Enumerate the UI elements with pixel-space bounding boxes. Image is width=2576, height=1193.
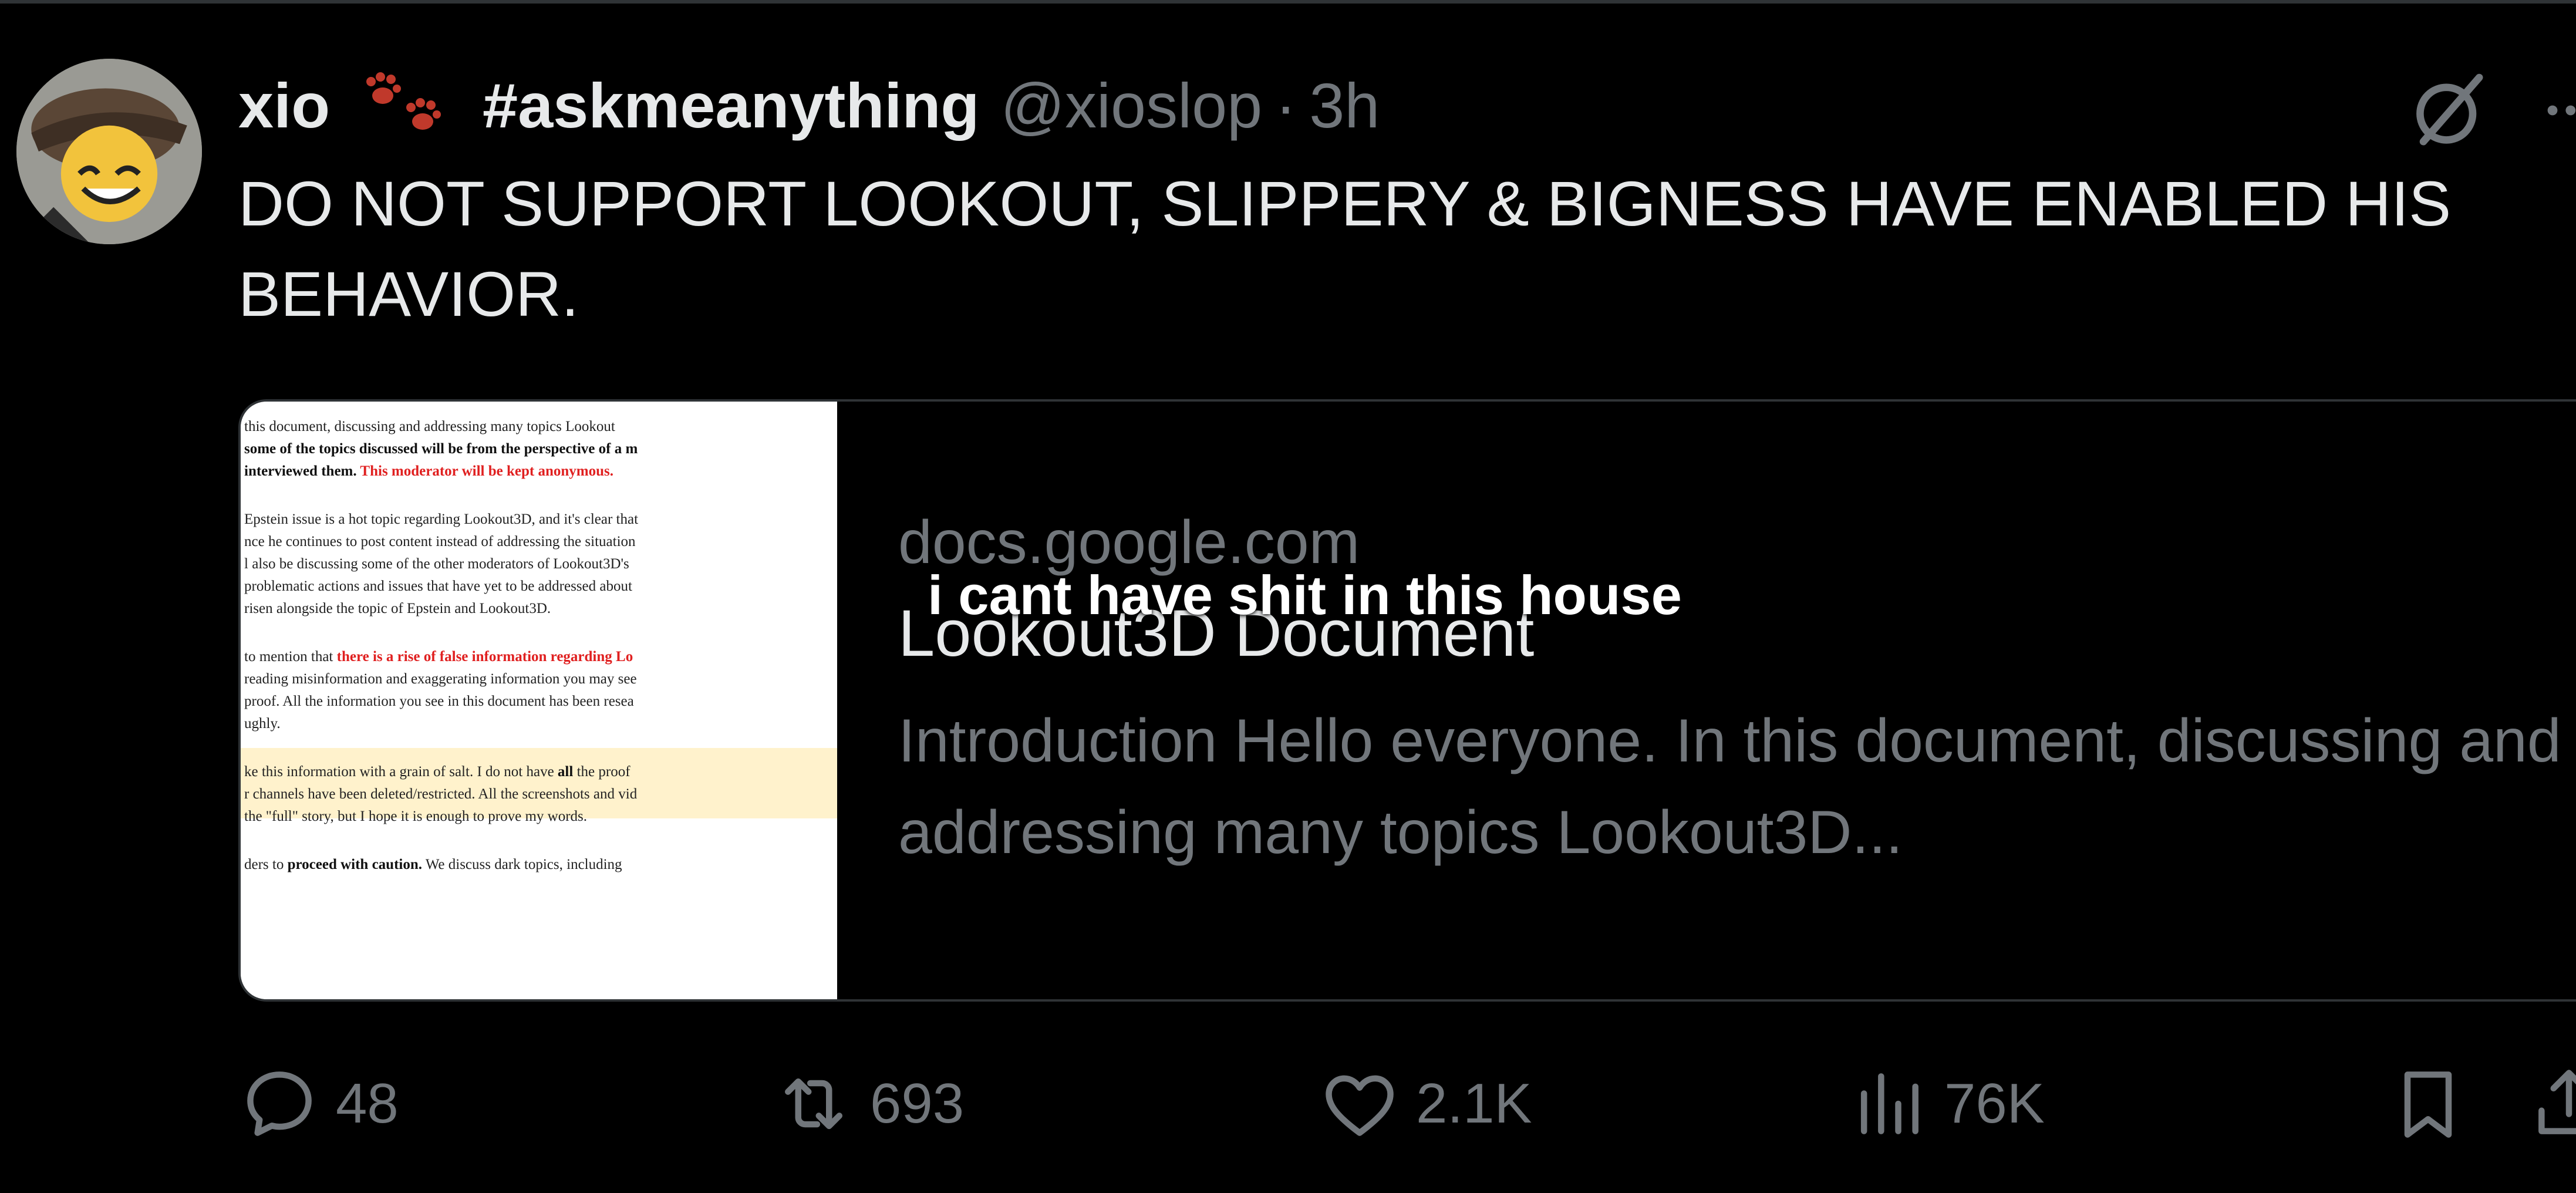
doc-line: ders to proceed with caution. We discuss… bbox=[244, 857, 622, 872]
doc-line-segment: risen alongside the topic of Epstein and… bbox=[244, 601, 551, 616]
doc-line-segment: to mention that bbox=[244, 649, 333, 665]
doc-line-segment: ughly. bbox=[244, 716, 281, 732]
doc-line-segment: reading misinformation and exaggerating … bbox=[244, 671, 637, 687]
tweet-text: DO NOT SUPPORT LOOKOUT, SLIPPERY & BIGNE… bbox=[238, 168, 2452, 329]
overlay-caption: i cant have shit in this house bbox=[928, 564, 1682, 626]
doc-line-segment: ders to bbox=[244, 857, 284, 872]
action-bar: 48 693 2.1K 76K bbox=[238, 1057, 2576, 1151]
doc-line-segment: Epstein issue is a hot topic regarding L… bbox=[244, 511, 638, 527]
doc-line-segment: some of the topics discussed will be fro… bbox=[244, 441, 638, 457]
doc-line: Epstein issue is a hot topic regarding L… bbox=[244, 511, 638, 527]
doc-line: this document, discussing and addressing… bbox=[244, 419, 615, 434]
document-preview: this document, discussing and addressing… bbox=[241, 402, 837, 999]
tweet-header: xio #askmeanything @xioslop · 3h bbox=[238, 61, 1380, 149]
doc-line: proof. All the information you see in th… bbox=[244, 693, 634, 709]
doc-line-segment: there is a rise of false information reg… bbox=[333, 649, 633, 665]
link-card[interactable]: this document, discussing and addressing… bbox=[238, 399, 2576, 1002]
top-divider bbox=[0, 0, 2576, 4]
grok-icon[interactable] bbox=[2407, 69, 2489, 151]
repost-button[interactable]: 693 bbox=[773, 1057, 964, 1151]
more-options-icon[interactable] bbox=[2537, 69, 2576, 151]
doc-line-segment: this document, discussing and addressing… bbox=[244, 419, 615, 434]
doc-line-segment: ke this information with a grain of salt… bbox=[244, 764, 473, 780]
card-body: docs.google.com Lookout3D Document Intro… bbox=[898, 507, 2576, 878]
avatar-image bbox=[16, 59, 202, 244]
repost-icon bbox=[785, 1078, 842, 1130]
doc-line-segment: I do not have bbox=[473, 764, 554, 780]
separator-dot: · bbox=[1275, 69, 1297, 141]
doc-line-segment: proceed with caution. bbox=[284, 857, 422, 872]
doc-line-segment: We discuss dark topics, including bbox=[422, 857, 622, 872]
heart-icon bbox=[1326, 1075, 1394, 1136]
repost-count: 693 bbox=[870, 1072, 965, 1135]
doc-line-segment: the "full" story, but I hope it is enoug… bbox=[244, 808, 587, 824]
doc-line: l also be discussing some of the other m… bbox=[244, 556, 629, 572]
reply-count: 48 bbox=[336, 1072, 399, 1135]
reply-button[interactable]: 48 bbox=[238, 1057, 399, 1151]
timestamp[interactable]: 3h bbox=[1309, 69, 1380, 142]
doc-line-segment: This moderator will be kept anonymous. bbox=[357, 463, 613, 479]
doc-line-segment: l also be discussing some of the other m… bbox=[244, 556, 629, 572]
view-count: 76K bbox=[1944, 1072, 2045, 1135]
doc-line-segment: nce he continues to post content instead… bbox=[244, 534, 636, 550]
like-count: 2.1K bbox=[1416, 1072, 1532, 1135]
doc-highlight bbox=[241, 748, 837, 818]
doc-line-segment: interviewed them. bbox=[244, 463, 357, 479]
like-button[interactable]: 2.1K bbox=[1319, 1057, 1532, 1151]
avatar[interactable] bbox=[16, 59, 202, 244]
doc-line: ughly. bbox=[244, 716, 281, 732]
reply-icon bbox=[247, 1071, 312, 1136]
bookmark-icon bbox=[2404, 1071, 2452, 1138]
card-description: Introduction Hello everyone. In this doc… bbox=[898, 707, 2561, 867]
doc-line: some of the topics discussed will be fro… bbox=[244, 441, 638, 457]
doc-line-segment: all bbox=[554, 764, 574, 780]
doc-line: problematic actions and issues that have… bbox=[244, 578, 632, 594]
views-chart-icon bbox=[1860, 1073, 1918, 1134]
author-handle[interactable]: @xioslop bbox=[1000, 69, 1262, 142]
doc-line: interviewed them. This moderator will be… bbox=[244, 463, 613, 479]
doc-line-segment: r channels have been deleted/restricted.… bbox=[244, 786, 638, 802]
doc-line-segment: proof. All the information you see in th… bbox=[244, 693, 634, 709]
doc-line: risen alongside the topic of Epstein and… bbox=[244, 601, 551, 616]
share-icon bbox=[2538, 1070, 2576, 1134]
doc-line-segment: problematic actions and issues that have… bbox=[244, 578, 632, 594]
doc-line: the "full" story, but I hope it is enoug… bbox=[244, 808, 587, 824]
doc-line: reading misinformation and exaggerating … bbox=[244, 671, 637, 687]
hashtag-link[interactable]: #askmeanything bbox=[483, 69, 979, 142]
doc-line: to mention that there is a rise of false… bbox=[244, 649, 633, 665]
doc-line: nce he continues to post content instead… bbox=[244, 534, 636, 550]
doc-line: r channels have been deleted/restricted.… bbox=[244, 786, 638, 802]
doc-line-segment: the proof bbox=[573, 764, 630, 780]
bookmark-button[interactable] bbox=[2387, 1057, 2484, 1151]
doc-line: ke this information with a grain of salt… bbox=[244, 764, 630, 780]
views-button[interactable]: 76K bbox=[1847, 1057, 2045, 1151]
paw-prints-icon bbox=[348, 70, 465, 140]
card-thumbnail: this document, discussing and addressing… bbox=[241, 402, 837, 999]
share-button[interactable] bbox=[2528, 1057, 2576, 1151]
author-name[interactable]: xio bbox=[238, 69, 330, 142]
